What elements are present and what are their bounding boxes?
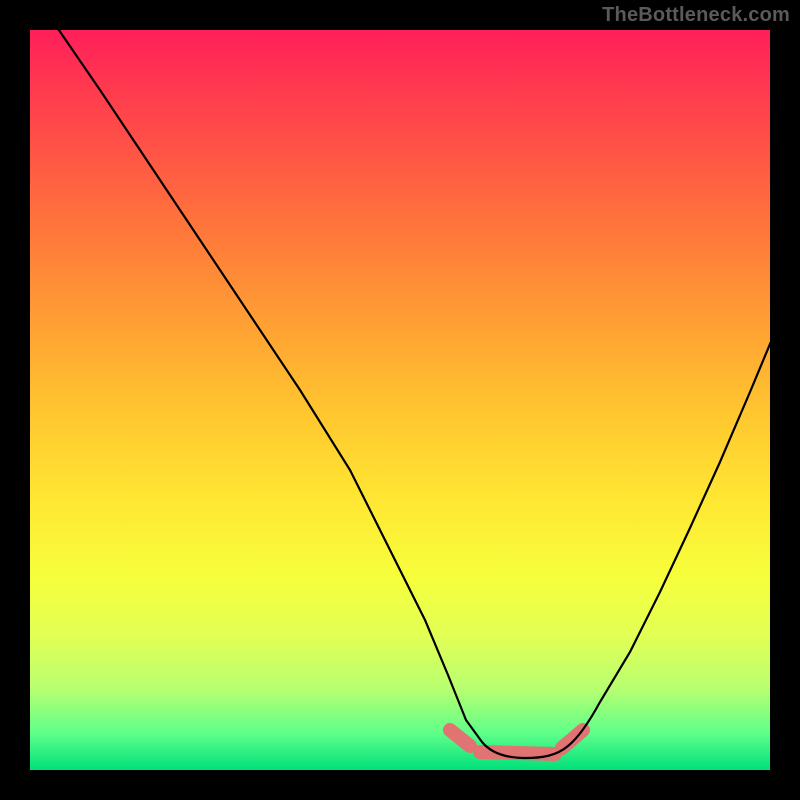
plot-area <box>30 30 770 770</box>
accent-left <box>450 730 470 746</box>
main-line <box>52 30 770 758</box>
accent-bottom <box>480 752 555 754</box>
watermark-text: TheBottleneck.com <box>602 4 790 27</box>
bottleneck-curve <box>30 30 770 770</box>
chart-canvas: TheBottleneck.com <box>0 0 800 800</box>
